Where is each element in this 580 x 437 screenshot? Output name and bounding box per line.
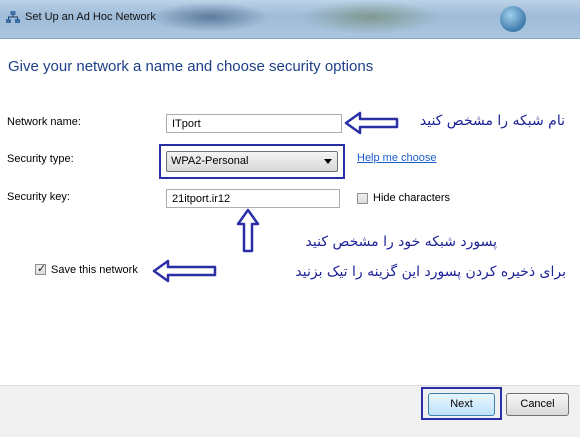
title-bar-background-2 <box>300 0 440 34</box>
network-name-input[interactable]: ITport <box>166 114 342 133</box>
globe-icon <box>500 6 526 32</box>
network-icon <box>6 11 20 23</box>
security-key-annotation: پسورد شبکه خود را مشخص کنید <box>305 234 497 250</box>
page-heading: Give your network a name and choose secu… <box>8 58 374 75</box>
save-network-checkbox[interactable]: ✓ <box>35 262 47 275</box>
title-bar-background <box>150 2 270 32</box>
checkmark-icon: ✓ <box>37 262 47 275</box>
hollow-arrow-icon <box>152 259 217 283</box>
hollow-arrow-icon <box>236 208 260 253</box>
save-network-label: Save this network <box>51 264 138 276</box>
save-network-annotation: برای ذخیره کردن پسورد این گزینه را تیک ب… <box>295 264 566 280</box>
security-type-label: Security type: <box>7 153 74 165</box>
title-bar: Set Up an Ad Hoc Network <box>0 0 580 39</box>
security-type-dropdown[interactable]: WPA2-Personal <box>166 151 338 172</box>
window-title: Set Up an Ad Hoc Network <box>25 11 156 23</box>
hide-characters-label: Hide characters <box>373 192 451 204</box>
hollow-arrow-icon <box>344 111 399 135</box>
network-name-label: Network name: <box>7 116 81 128</box>
network-name-annotation: نام شبکه را مشخص کنید <box>419 113 565 129</box>
security-key-input[interactable]: 21itport.ir12 <box>166 189 340 208</box>
security-key-label: Security key: <box>7 191 70 203</box>
security-type-value: WPA2-Personal <box>171 155 249 167</box>
next-button[interactable]: Next <box>428 393 495 416</box>
cancel-button[interactable]: Cancel <box>506 393 569 416</box>
help-me-choose-link[interactable]: Help me choose <box>357 152 437 164</box>
chevron-down-icon <box>324 159 332 164</box>
hide-characters-checkbox[interactable] <box>357 193 368 204</box>
